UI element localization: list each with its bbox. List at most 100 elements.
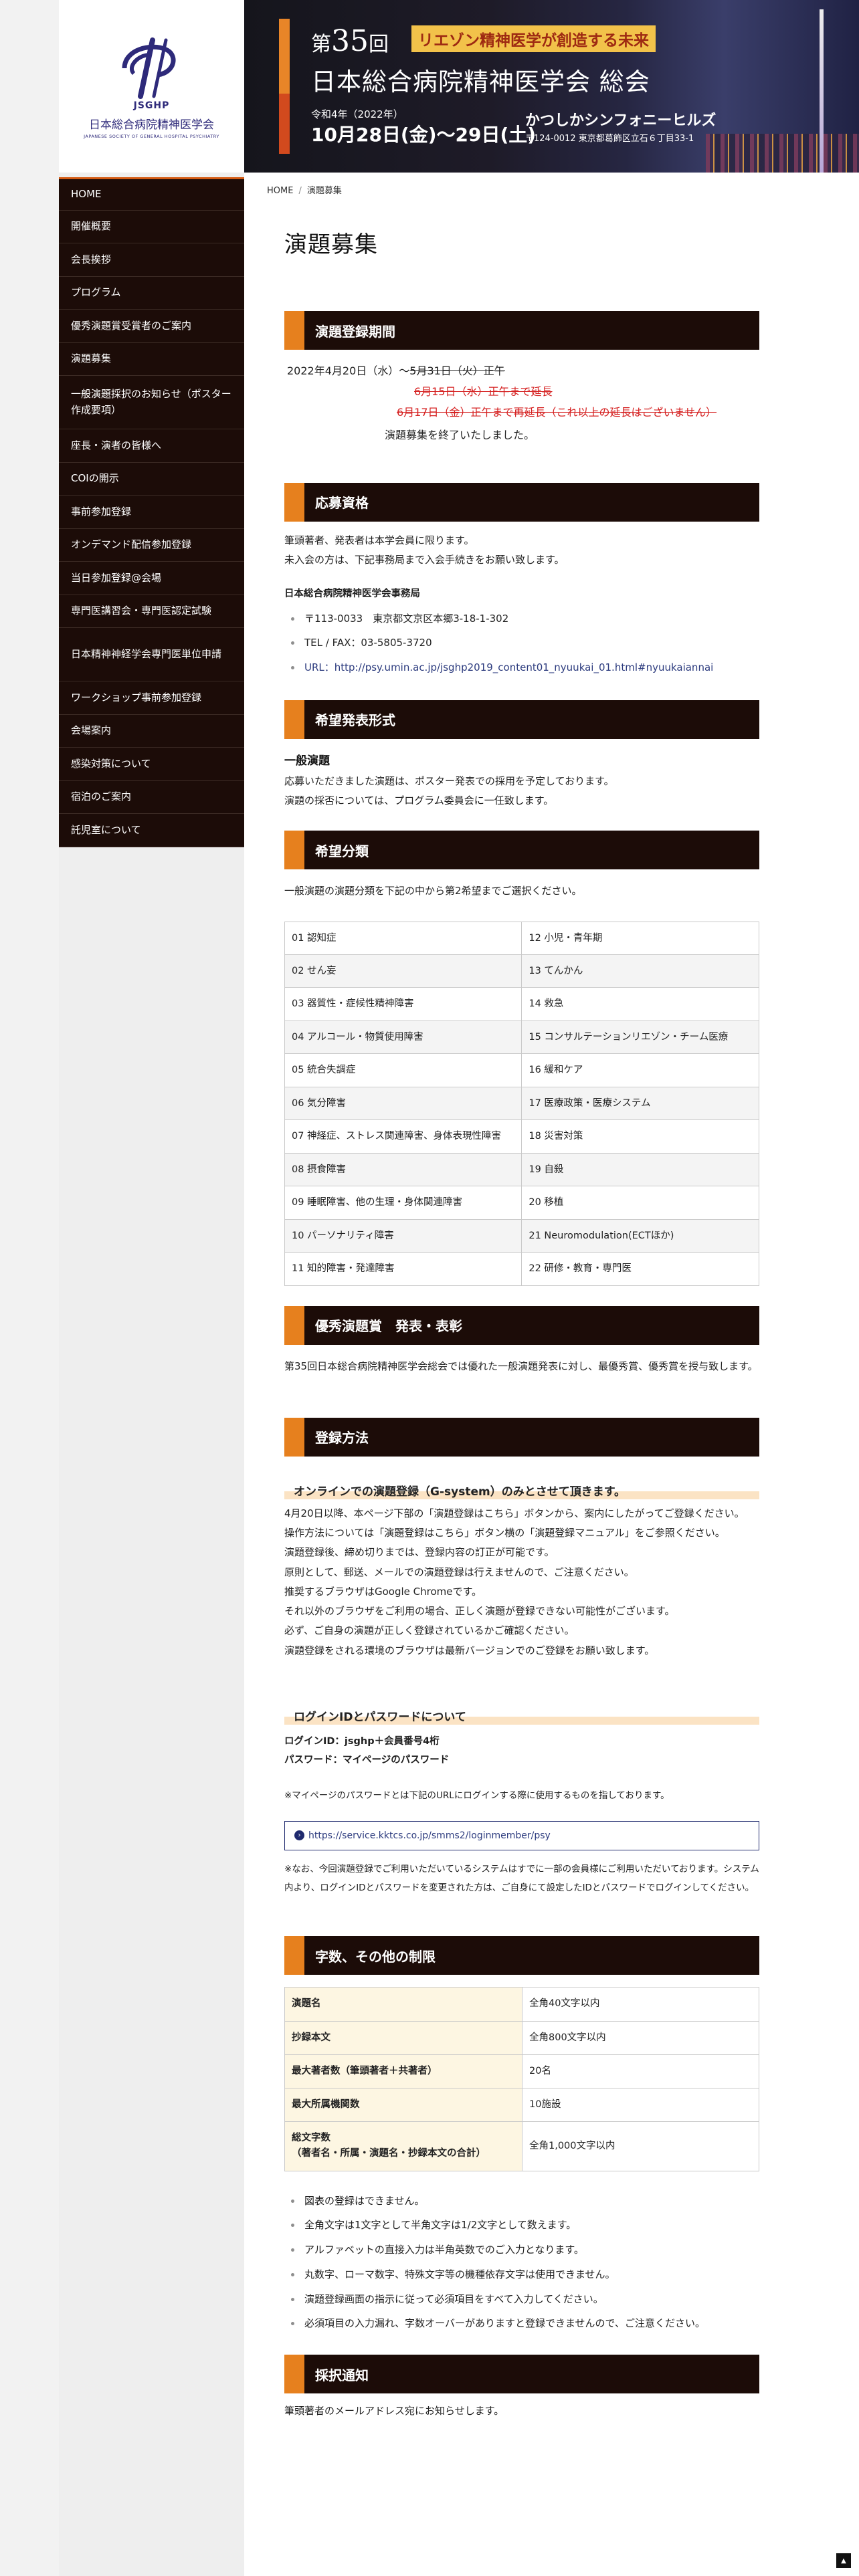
category-cell: 20 移植 [521, 1186, 759, 1220]
nav-chairs-speakers[interactable]: 座長・演者の皆様へ [59, 429, 244, 463]
breadcrumb-current: 演題募集 [306, 186, 342, 196]
category-cell: 03 器質性・症候性精神障害 [284, 987, 522, 1021]
office-url-link[interactable]: http://psy.umin.ac.jp/jsghp2019_content0… [335, 661, 714, 673]
instruction-line: それ以外のブラウザをご利用の場合、正しく演題が登録できない可能性がございます。 [284, 1605, 675, 1618]
category-cell: 19 自殺 [521, 1152, 759, 1187]
society-name-jp: 日本総合病院精神医学会 [89, 118, 214, 132]
nav-workshop[interactable]: ワークショップ事前参加登録 [59, 681, 244, 715]
meeting-year: 令和4年（2022年） [311, 108, 403, 120]
category-cell: 02 せん妄 [284, 954, 522, 988]
section-heading-registration: 登録方法 [284, 1417, 759, 1457]
category-cell: 14 救急 [521, 987, 759, 1021]
period-closed: 演題募集を終了いたしました。 [385, 428, 535, 441]
category-row: 01 認知症 12 小児・青年期 [284, 921, 759, 955]
login-heading: ログインIDとパスワードについて [294, 1710, 466, 1724]
nav-award-winners[interactable]: 優秀演題賞受賞者のご案内 [59, 310, 244, 343]
category-cell: 12 小児・青年期 [521, 921, 759, 955]
section-heading-categories: 希望分類 [284, 831, 759, 870]
nav-acceptance-notice[interactable]: 一般演題採択のお知らせ（ポスター作成要項） [59, 376, 244, 429]
category-cell: 04 アルコール・物質使用障害 [284, 1020, 522, 1055]
society-name-en: JAPANESE SOCIETY OF GENERAL HOSPITAL PSY… [84, 134, 219, 139]
nav-pre-registration[interactable]: 事前参加登録 [59, 496, 244, 529]
nav-greeting[interactable]: 会長挨拶 [59, 243, 244, 277]
logo-text: JSGHP [133, 100, 170, 111]
limit-note: 演題登録画面の指示に従って必須項目をすべて入力してください。 [284, 2287, 759, 2312]
member-login-link[interactable]: › https://service.kktcs.co.jp/smms2/login… [284, 1820, 759, 1850]
limit-label: 総文字数 （著者名・所属・演題名・抄録本文の合計） [284, 2121, 522, 2171]
login-password: パスワード：マイページのパスワード [284, 1755, 450, 1766]
period-start: 2022年4月20日（水）～ [287, 364, 410, 377]
limit-value: 全角40文字以内 [522, 1987, 759, 2022]
category-cell: 01 認知症 [284, 921, 522, 955]
category-cell: 18 災害対策 [521, 1119, 759, 1154]
categories-intro: 一般演題の演題分類を下記の中から第2希望までご選択ください。 [284, 885, 582, 897]
category-cell: 07 神経症、ストレス関連障害、身体表現性障害 [284, 1119, 522, 1154]
limit-note: 必須項目の入力漏れ、字数オーバーがありますと登録できませんので、ご注意ください。 [284, 2311, 759, 2336]
category-row: 11 知的障害・発達障害 22 研修・教育・専門医 [284, 1252, 759, 1286]
nav-coi[interactable]: COIの開示 [59, 463, 244, 496]
category-cell: 13 てんかん [521, 954, 759, 988]
city-skyline-image [706, 134, 859, 173]
category-cell: 21 Neuromodulation(ECTほか) [521, 1218, 759, 1253]
category-row: 08 摂食障害 19 自殺 [284, 1152, 759, 1187]
nav-call-for-abstracts[interactable]: 演題募集 [59, 343, 244, 376]
nav-specialist-course[interactable]: 専門医講習会・専門医認定試験 [59, 595, 244, 628]
office-address: 〒113-0033 東京都文京区本郷3-18-1-302 [284, 607, 759, 631]
category-row: 05 統合失調症 16 緩和ケア [284, 1053, 759, 1087]
limits-table: 演題名 全角40文字以内 抄録本文 全角800文字以内 最大著者数（筆頭著者＋共著者） 2… [284, 1987, 759, 2171]
limit-label: 演題名 [284, 1987, 522, 2022]
limit-value: 10施設 [522, 2088, 759, 2123]
back-to-top-button[interactable]: ▲ [836, 2553, 851, 2568]
category-table: 01 認知症 12 小児・青年期 02 せん妄 13 てんかん 03 器質性・症候性精神… [284, 921, 759, 1286]
site-logo[interactable]: JSGHP 日本総合病院精神医学会 JAPANESE SOCIETY OF GE… [59, 0, 244, 173]
category-cell: 17 医療政策・医療システム [521, 1086, 759, 1121]
limit-note: アルファベットの直接入力は半角英数でのご入力となります。 [284, 2238, 759, 2262]
limit-row: 演題名 全角40文字以内 [284, 1987, 759, 2022]
nav-onsite-registration[interactable]: 当日参加登録@会場 [59, 562, 244, 595]
meeting-venue: かつしかシンフォニーヒルズ [525, 112, 717, 129]
login-id: ログインID：jsghp＋会員番号4桁 [284, 1735, 440, 1747]
limits-notes: 図表の登録はできません。 全角文字は1文字として半角文字は1/2文字として数えます… [284, 2189, 759, 2337]
banner-stripe-accent [279, 94, 290, 154]
category-row: 03 器質性・症候性精神障害 14 救急 [284, 987, 759, 1021]
office-tel: TEL / FAX：03-5805-3720 [284, 631, 759, 655]
category-cell: 16 緩和ケア [521, 1053, 759, 1087]
section-heading-award: 優秀演題賞 発表・表彰 [284, 1305, 759, 1345]
instruction-line: 操作方法については「演題登録はこちら」ボタン横の「演題登録マニュアル」をご参照く… [284, 1527, 725, 1539]
jsghp-logo-icon [122, 37, 176, 99]
skytree-image [820, 9, 824, 173]
instruction-line: 演題登録後、締め切りまでは、登録内容の訂正が可能です。 [284, 1546, 555, 1559]
mypage-note: ※マイページのパスワードとは下記のURLにログインする際に使用するものを指してお… [284, 1790, 670, 1802]
meeting-date: 10月28日(金)～29日(土) [311, 124, 537, 146]
nav-childcare[interactable]: 託児室について [59, 814, 244, 847]
nav-specialist-credits[interactable]: 日本精神神経学会専門医単位申請 [59, 628, 244, 681]
section-heading-limits: 字数、その他の制限 [284, 1936, 759, 1975]
period-extension: 6月15日（水）正午まで延長 [414, 385, 553, 399]
category-cell: 10 パーソナリティ障害 [284, 1218, 522, 1253]
limit-label: 最大著者数（筆頭著者＋共著者） [284, 2054, 522, 2089]
breadcrumb: HOME / 演題募集 [267, 183, 342, 196]
category-row: 06 気分障害 17 医療政策・医療システム [284, 1086, 759, 1121]
header-banner: 第35回 リエゾン精神医学が創造する未来 日本総合病院精神医学会 総会 令和4年… [244, 0, 859, 173]
instruction-line: 演題登録をされる環境のブラウザは最新バージョンでのご登録をお願い致します。 [284, 1644, 655, 1656]
period-original-end: 5月31日（火）正午 [409, 364, 505, 377]
nav-program[interactable]: プログラム [59, 277, 244, 310]
limit-value: 全角1,000文字以内 [522, 2121, 759, 2171]
category-row: 02 せん妄 13 てんかん [284, 954, 759, 988]
nav-infection-control[interactable]: 感染対策について [59, 748, 244, 781]
format-subheading: 一般演題 [284, 754, 330, 768]
breadcrumb-home[interactable]: HOME [267, 186, 293, 196]
nav-venue[interactable]: 会場案内 [59, 715, 244, 748]
eligibility-text: 筆頭著者、発表者は本学会員に限ります。 未入会の方は、下記事務局まで入会手続きを… [284, 531, 759, 680]
limit-label: 最大所属機関数 [284, 2088, 522, 2123]
nav-overview[interactable]: 開催概要 [59, 211, 244, 243]
nav-accommodation[interactable]: 宿泊のご案内 [59, 781, 244, 814]
limit-note: 丸数字、ローマ数字、特殊文字等の機種依存文字は使用できません。 [284, 2262, 759, 2287]
limit-note: 図表の登録はできません。 [284, 2189, 759, 2214]
nav-home[interactable]: HOME [59, 177, 244, 211]
category-cell: 15 コンサルテーションリエゾン・チーム医療 [521, 1020, 759, 1055]
period-text: 2022年4月20日（水）～5月31日（火）正午 6月15日（水）正午まで延長 … [284, 360, 759, 445]
office-url: URL：http://psy.umin.ac.jp/jsghp2019_cont… [284, 655, 759, 680]
nav-on-demand[interactable]: オンデマンド配信参加登録 [59, 529, 244, 562]
office-contact-list: 〒113-0033 東京都文京区本郷3-18-1-302 TEL / FAX：0… [284, 607, 759, 680]
